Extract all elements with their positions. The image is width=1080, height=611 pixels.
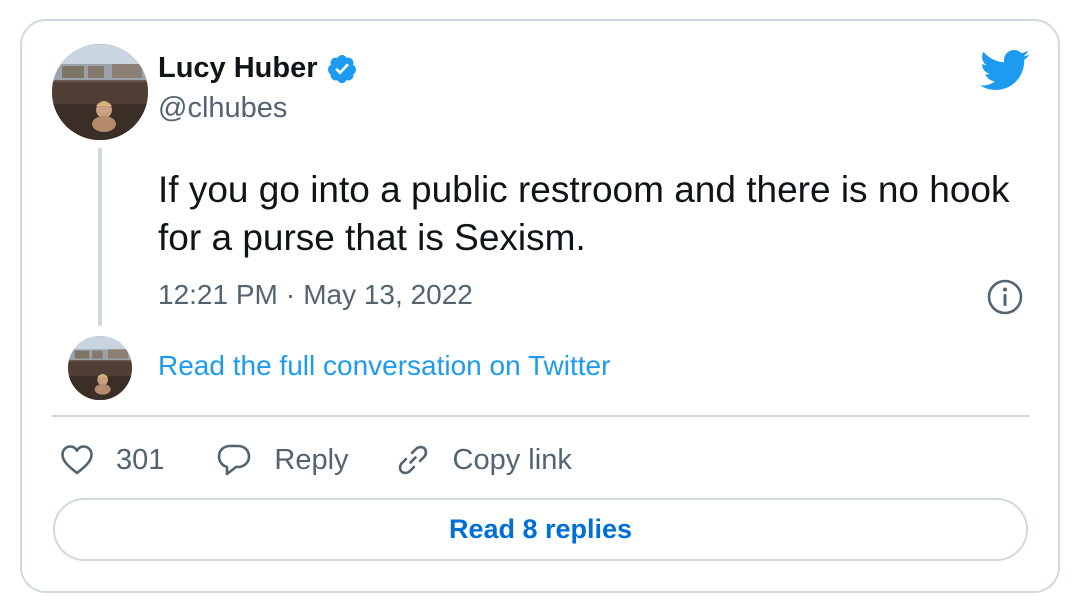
reply-button[interactable]: Reply bbox=[216, 443, 349, 477]
tweet-date[interactable]: May 13, 2022 bbox=[303, 279, 473, 311]
divider bbox=[52, 415, 1029, 417]
tweet-time[interactable]: 12:21 PM bbox=[158, 279, 278, 311]
read-replies-button[interactable]: Read 8 replies bbox=[53, 498, 1028, 561]
copy-link-button[interactable]: Copy link bbox=[395, 442, 572, 478]
copy-link-label: Copy link bbox=[452, 443, 572, 476]
link-icon bbox=[398, 445, 427, 475]
read-conversation-link[interactable]: Read the full conversation on Twitter bbox=[158, 350, 610, 382]
handle[interactable]: @clhubes bbox=[158, 92, 287, 125]
heart-icon bbox=[61, 445, 93, 475]
action-bar: 301 Reply Copy link bbox=[60, 438, 572, 482]
reply-label: Reply bbox=[274, 443, 349, 476]
timestamp-separator: · bbox=[285, 279, 296, 310]
conversation-avatar[interactable] bbox=[68, 336, 132, 400]
author-row: Lucy Huber bbox=[158, 52, 358, 85]
thread-line bbox=[98, 148, 102, 326]
timestamp[interactable]: 12:21 PM · May 13, 2022 bbox=[158, 279, 473, 311]
info-icon[interactable] bbox=[986, 278, 1024, 316]
verified-badge-icon bbox=[326, 53, 358, 85]
avatar[interactable] bbox=[52, 44, 148, 140]
tweet-text: If you go into a public restroom and the… bbox=[158, 169, 1010, 258]
like-button[interactable]: 301 bbox=[60, 444, 164, 477]
reply-bubble-icon bbox=[218, 444, 251, 476]
like-count: 301 bbox=[116, 443, 165, 476]
twitter-bird-icon[interactable] bbox=[978, 48, 1030, 92]
display-name[interactable]: Lucy Huber bbox=[158, 52, 318, 85]
